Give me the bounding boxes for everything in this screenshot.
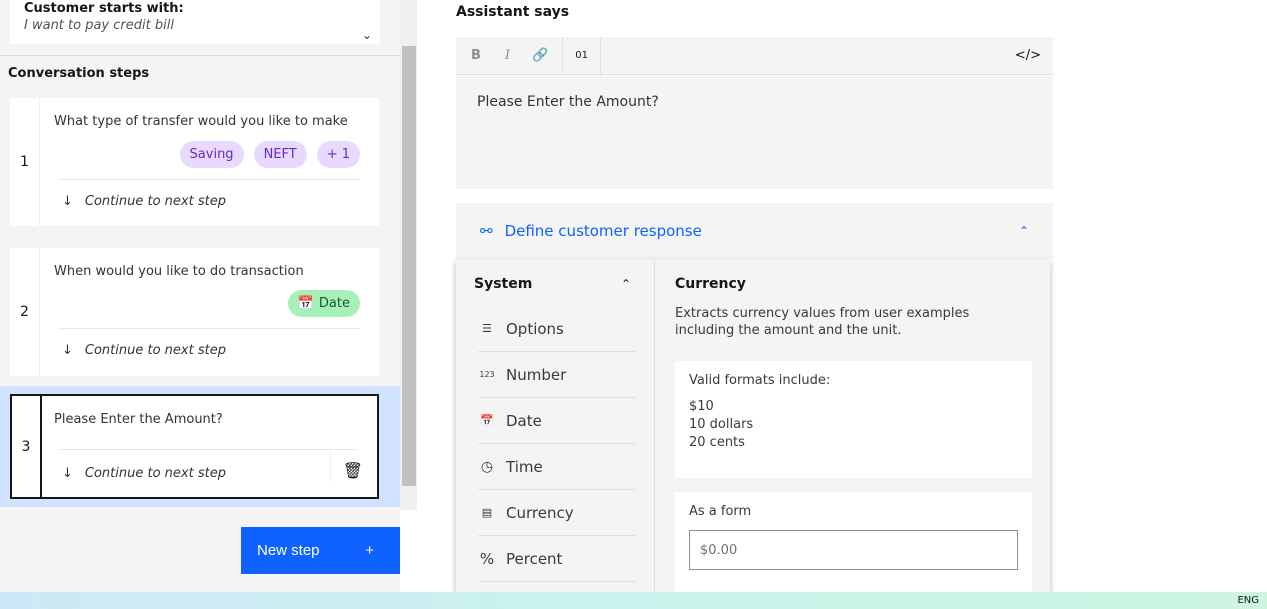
new-step-button[interactable]: New step + xyxy=(241,527,400,574)
item-label: Percent xyxy=(506,549,563,568)
link-icon[interactable]: 🔗 xyxy=(532,48,548,63)
trash-icon[interactable]: 🗑 xyxy=(343,461,363,480)
valid-formats-box: Valid formats include: $10 10 dollars 20… xyxy=(675,361,1032,478)
next-label: Continue to next step xyxy=(84,194,226,209)
tag-saving[interactable]: Saving xyxy=(179,141,244,168)
tag-label: Date xyxy=(318,296,350,311)
continue-next-step[interactable]: ↓ Continue to next step xyxy=(62,194,226,209)
menu-item-currency[interactable]: ▤ Currency xyxy=(478,490,636,536)
menu-item-number[interactable]: 123 Number xyxy=(478,352,636,398)
assistant-says-title: Assistant says xyxy=(456,4,570,20)
code-button[interactable]: </> xyxy=(1015,48,1041,63)
assistant-message-editor[interactable]: Please Enter the Amount? xyxy=(456,76,1053,189)
step-question: Please Enter the Amount? xyxy=(54,412,223,427)
continue-next-step[interactable]: ↓ Continue to next step xyxy=(62,466,226,481)
step-card-3[interactable]: 3 Please Enter the Amount? ↓ Continue to … xyxy=(10,394,379,499)
tag-neft[interactable]: NEFT xyxy=(253,141,307,168)
continue-next-step[interactable]: ↓ Continue to next step xyxy=(62,343,226,358)
detail-title: Currency xyxy=(675,276,746,292)
chevron-up-icon[interactable]: ⌃ xyxy=(621,277,631,291)
response-type-menu: System ⌃ ☰ Options 123 Number 📅 Date ◷ Time … xyxy=(456,260,1050,592)
detail-description: Extracts currency values from user examp… xyxy=(675,306,970,338)
step-number: 1 xyxy=(10,98,40,226)
editor-toolbar: B I 🔗 01 </> xyxy=(456,36,1053,75)
starts-title: Customer starts with: xyxy=(24,1,184,16)
new-step-label: New step xyxy=(257,542,320,559)
currency-icon: ▤ xyxy=(481,506,493,519)
step-card-1[interactable]: 1 What type of transfer would you like t… xyxy=(10,98,379,226)
item-label: Currency xyxy=(506,503,574,522)
menu-item-percent[interactable]: % Percent xyxy=(478,536,636,582)
arrow-down-icon: ↓ xyxy=(62,343,73,358)
define-response-label: Define customer response xyxy=(504,222,702,240)
options-icon: ☰ xyxy=(482,322,492,335)
chevron-down-icon[interactable]: ⌄ xyxy=(362,28,372,42)
number-icon: 123 xyxy=(479,370,495,379)
divider xyxy=(0,55,400,56)
step-card-2[interactable]: 2 When would you like to do transaction … xyxy=(10,248,379,376)
step-number: 2 xyxy=(10,248,40,376)
define-customer-response[interactable]: ⚯ Define customer response ⌃ xyxy=(456,203,1053,259)
italic-button[interactable]: I xyxy=(505,48,510,63)
starts-value: I want to pay credit bill xyxy=(24,18,174,33)
percent-icon: % xyxy=(479,549,495,568)
language-indicator[interactable]: ENG xyxy=(1237,595,1259,606)
tag-more[interactable]: + 1 xyxy=(316,141,360,168)
scrollbar[interactable] xyxy=(400,0,417,510)
step-number: 3 xyxy=(12,396,42,497)
arrow-down-icon: ↓ xyxy=(62,466,73,481)
menu-item-date[interactable]: 📅 Date xyxy=(478,398,636,444)
item-label: Number xyxy=(506,365,567,384)
menu-item-time[interactable]: ◷ Time xyxy=(478,444,636,490)
calendar-icon: 📅 xyxy=(480,414,494,427)
item-label: Date xyxy=(506,411,542,430)
customer-starts-card[interactable]: Customer starts with: I want to pay cred… xyxy=(10,0,380,44)
step-question: What type of transfer would you like to … xyxy=(54,114,348,129)
scrollbar-thumb[interactable] xyxy=(402,46,416,486)
step-question: When would you like to do transaction xyxy=(54,264,304,279)
arrow-down-icon: ↓ xyxy=(62,194,73,209)
user-icon: ⚯ xyxy=(480,222,493,240)
form-label: As a form xyxy=(689,504,752,519)
currency-input[interactable]: $0.00 xyxy=(689,530,1018,570)
item-label: Time xyxy=(506,457,543,476)
tag-date[interactable]: 📅 Date xyxy=(287,290,360,317)
system-header: System xyxy=(474,276,533,292)
format-item: 20 cents xyxy=(689,435,745,450)
steps-panel: Customer starts with: I want to pay cred… xyxy=(0,0,400,592)
clock-icon: ◷ xyxy=(480,458,494,475)
calendar-icon: 📅 xyxy=(297,296,314,311)
plus-icon: + xyxy=(365,542,374,559)
format-item: $10 xyxy=(689,399,714,414)
format-item: 10 dollars xyxy=(689,417,754,432)
next-label: Continue to next step xyxy=(84,466,226,481)
chevron-up-icon[interactable]: ⌃ xyxy=(1019,224,1029,238)
conversation-steps-title: Conversation steps xyxy=(8,66,150,81)
item-label: Options xyxy=(506,319,564,338)
taskbar: ENG xyxy=(0,592,1267,609)
next-label: Continue to next step xyxy=(84,343,226,358)
variable-icon[interactable]: 01 xyxy=(562,36,601,75)
formats-label: Valid formats include: xyxy=(689,373,831,388)
form-preview-box: As a form $0.00 xyxy=(675,492,1032,592)
bold-button[interactable]: B xyxy=(471,48,481,63)
menu-item-options[interactable]: ☰ Options xyxy=(478,306,636,352)
